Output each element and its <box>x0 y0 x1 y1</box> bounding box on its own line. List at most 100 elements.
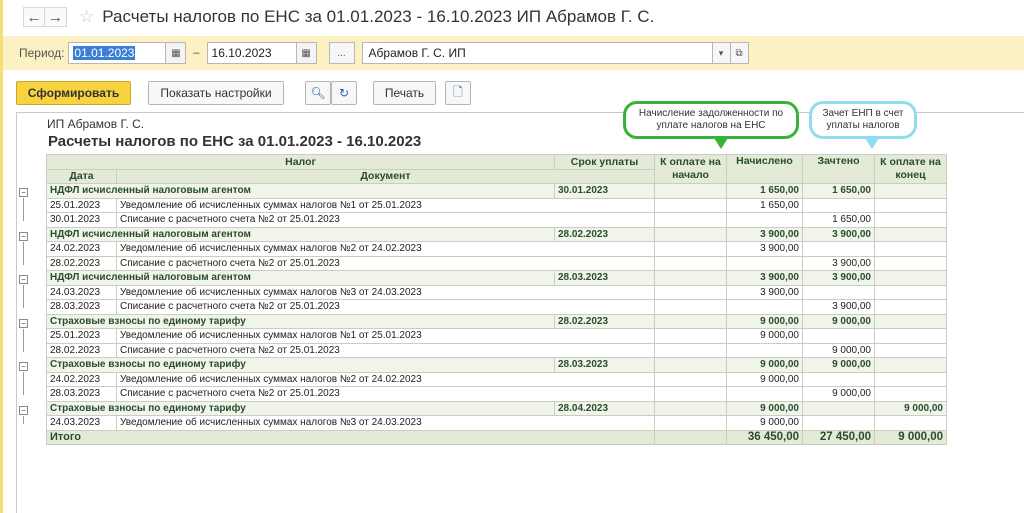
date-to-input[interactable]: 16.10.2023 <box>206 42 297 64</box>
star-icon[interactable]: ☆ <box>79 7 94 27</box>
collapse-group-toggle[interactable]: − <box>19 188 28 197</box>
group-row[interactable]: НДФЛ исчисленный налоговым агентом 30.01.… <box>46 183 947 199</box>
collapse-group-toggle[interactable]: − <box>19 231 28 241</box>
row-opening <box>654 328 727 344</box>
period-select-button[interactable]: ... <box>328 42 355 64</box>
group-tax: Страховые взносы по единому тарифу <box>46 400 555 416</box>
header-date: Дата <box>46 168 117 184</box>
report-area: − − − − − − ИП Абрамов Г. С. Расчеты налогов … <box>16 101 1024 513</box>
group-credited: 9 000,00 <box>802 357 875 373</box>
row-document: Списание с расчетного счета №2 от 25.01.… <box>116 342 655 358</box>
back-button[interactable]: ← <box>23 7 45 27</box>
date-from-input[interactable]: 01.01.2023 <box>68 42 167 64</box>
date-to-calendar-button[interactable]: ▦ <box>296 42 317 64</box>
group-opening <box>654 357 727 373</box>
organization-dropdown-button[interactable]: ▾ <box>712 42 731 64</box>
document-row[interactable]: 24.02.2023 Уведомление об исчисленных сум… <box>46 371 947 387</box>
header-credited: Зачтено <box>802 154 875 184</box>
row-credited <box>802 241 875 257</box>
group-tax: НДФЛ исчисленный налоговым агентом <box>46 270 555 286</box>
document-row[interactable]: 28.02.2023 Списание с расчетного счета №2… <box>46 342 947 358</box>
row-closing <box>874 386 947 402</box>
row-date: 28.02.2023 <box>46 255 117 271</box>
group-accrued: 1 650,00 <box>726 183 803 199</box>
group-tax: Страховые взносы по единому тарифу <box>46 357 555 373</box>
document-row[interactable]: 28.03.2023 Списание с расчетного счета №2… <box>46 386 947 402</box>
collapse-group-toggle[interactable]: − <box>19 405 28 415</box>
date-from-calendar-button[interactable]: ▦ <box>166 42 187 64</box>
row-credited <box>802 284 875 300</box>
search-button[interactable]: 🔍︎ <box>305 81 331 105</box>
row-accrued: 1 650,00 <box>726 197 803 213</box>
row-date: 24.02.2023 <box>46 371 117 387</box>
window-title: Расчеты налогов по ЕНС за 01.01.2023 - 1… <box>102 7 655 26</box>
group-row[interactable]: НДФЛ исчисленный налоговым агентом 28.02.… <box>46 226 947 242</box>
group-row[interactable]: Страховые взносы по единому тарифу 28.02.… <box>46 313 947 329</box>
group-closing: 9 000,00 <box>874 400 947 416</box>
generate-button[interactable]: Сформировать <box>16 81 131 105</box>
group-credited: 9 000,00 <box>802 313 875 329</box>
print-button[interactable]: Печать <box>373 81 436 105</box>
group-accrued: 9 000,00 <box>726 357 803 373</box>
forward-button[interactable]: → <box>45 7 67 27</box>
date-from-value: 01.01.2023 <box>73 46 136 60</box>
group-due: 28.04.2023 <box>554 400 655 416</box>
group-due: 28.03.2023 <box>554 270 655 286</box>
row-opening <box>654 371 727 387</box>
row-closing <box>874 328 947 344</box>
group-tax: Страховые взносы по единому тарифу <box>46 313 555 329</box>
document-row[interactable]: 30.01.2023 Списание с расчетного счета №2… <box>46 212 947 228</box>
header-closing: К оплате на конец <box>874 154 947 184</box>
row-accrued <box>726 212 803 228</box>
group-row[interactable]: Страховые взносы по единому тарифу 28.04.… <box>46 400 947 416</box>
row-date: 28.02.2023 <box>46 342 117 358</box>
row-closing <box>874 371 947 387</box>
group-opening <box>654 183 727 199</box>
organization-input[interactable]: Абрамов Г. С. ИП <box>361 42 713 64</box>
document-row[interactable]: 28.03.2023 Списание с расчетного счета №2… <box>46 299 947 315</box>
callout-accrual-text: Начисление задолженности по уплате налог… <box>638 108 784 131</box>
header-due: Срок уплаты <box>554 154 655 170</box>
collapse-group-toggle[interactable]: − <box>19 362 28 371</box>
row-accrued: 3 900,00 <box>726 241 803 257</box>
total-opening <box>654 429 727 445</box>
document-row[interactable]: 25.01.2023 Уведомление об исчисленных сум… <box>46 197 947 213</box>
document-row[interactable]: 25.01.2023 Уведомление об исчисленных сум… <box>46 328 947 344</box>
group-closing <box>874 357 947 373</box>
group-row[interactable]: НДФЛ исчисленный налоговым агентом 28.03.… <box>46 270 947 286</box>
document-row[interactable]: 28.02.2023 Списание с расчетного счета №2… <box>46 255 947 271</box>
document-row[interactable]: 24.02.2023 Уведомление об исчисленных сум… <box>46 241 947 257</box>
group-row[interactable]: Страховые взносы по единому тарифу 28.03.… <box>46 357 947 373</box>
group-due: 30.01.2023 <box>554 183 655 199</box>
document-row[interactable]: 24.03.2023 Уведомление об исчисленных сум… <box>46 284 947 300</box>
row-date: 24.03.2023 <box>46 284 117 300</box>
row-credited: 9 000,00 <box>802 386 875 402</box>
show-settings-button[interactable]: Показать настройки <box>148 81 284 105</box>
left-accent-stripe <box>0 0 3 513</box>
group-credited <box>802 400 875 416</box>
date-to-value: 16.10.2023 <box>211 46 272 60</box>
collapse-group-toggle[interactable]: − <box>19 275 28 284</box>
preview-button[interactable]: 🗋︎ <box>445 81 471 105</box>
search-refresh-button[interactable]: ↻ <box>331 81 357 105</box>
row-closing <box>874 241 947 257</box>
document-row[interactable]: 24.03.2023 Уведомление об исчисленных сум… <box>46 415 947 431</box>
open-window-icon: ⧉ <box>735 47 743 59</box>
row-credited <box>802 415 875 431</box>
row-date: 28.03.2023 <box>46 386 117 402</box>
row-closing <box>874 415 947 431</box>
report-org-name: ИП Абрамов Г. С. <box>47 117 145 131</box>
group-closing <box>874 226 947 242</box>
callout-offset-pointer <box>865 138 879 149</box>
filter-bar: Период: 01.01.2023 ▦ – 16.10.2023 ▦ ... … <box>3 36 1024 70</box>
collapse-group-toggle[interactable]: − <box>19 318 28 328</box>
row-document: Списание с расчетного счета №2 от 25.01.… <box>116 386 655 402</box>
group-tree-line <box>23 241 24 265</box>
group-opening <box>654 400 727 416</box>
organization-open-button[interactable]: ⧉ <box>730 42 749 64</box>
row-opening <box>654 255 727 271</box>
period-select-dots: ... <box>337 47 346 59</box>
row-document: Списание с расчетного счета №2 от 25.01.… <box>116 255 655 271</box>
group-credited: 3 900,00 <box>802 226 875 242</box>
group-closing <box>874 183 947 199</box>
